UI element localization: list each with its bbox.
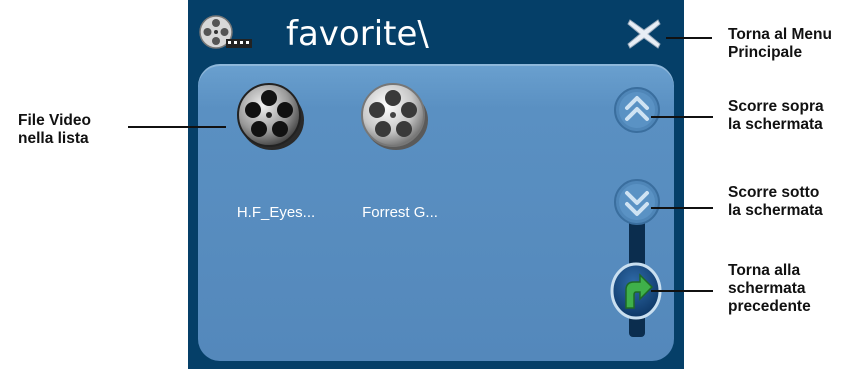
film-reel-light-icon — [361, 83, 428, 150]
callout-back-text: Torna alla schermata precedente — [728, 262, 811, 315]
film-reel-dark-icon — [237, 83, 304, 150]
callout-main-menu-text: Torna al Menu Principale — [728, 26, 832, 61]
callout-file-list: File Video nella lista — [18, 112, 91, 148]
callout-main-menu: Torna al Menu Principale — [728, 26, 832, 62]
window-title: favorite\ — [286, 14, 429, 54]
file-label: Forrest G... — [362, 204, 438, 221]
title-bar: favorite\ — [188, 0, 684, 66]
file-item-2[interactable]: Forrest G... — [338, 80, 448, 221]
callout-file-list-text: File Video nella lista — [18, 112, 91, 147]
close-x-icon[interactable] — [624, 16, 664, 52]
callout-line-scroll-up — [651, 116, 713, 118]
callout-scroll-up-text: Scorre sopra la schermata — [728, 98, 824, 133]
file-item-1[interactable]: H.F_Eyes... — [214, 80, 324, 221]
callout-line-file-list — [128, 126, 226, 128]
callout-scroll-down: Scorre sotto la schermata — [728, 184, 823, 220]
scroll-up-button[interactable] — [613, 86, 661, 134]
film-reel-camera-icon — [199, 15, 252, 49]
callout-back: Torna alla schermata precedente — [728, 262, 811, 316]
callout-scroll-down-text: Scorre sotto la schermata — [728, 184, 823, 219]
scroll-down-button[interactable] — [613, 178, 661, 226]
file-list-panel: H.F_Eyes... Forrest G... — [198, 64, 674, 361]
callout-line-back — [651, 290, 713, 292]
callout-line-scroll-down — [651, 207, 713, 209]
device-screen: favorite\ H.F_Eyes... Forrest G... — [188, 0, 684, 369]
callout-line-main-menu — [666, 37, 712, 39]
file-label: H.F_Eyes... — [236, 204, 316, 221]
callout-scroll-up: Scorre sopra la schermata — [728, 98, 824, 134]
